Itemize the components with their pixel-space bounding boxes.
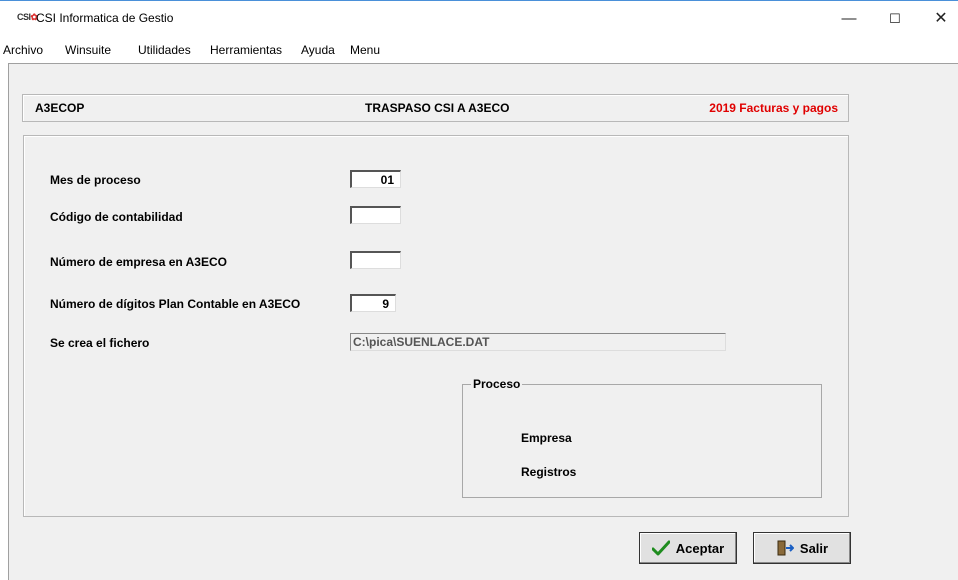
mes-input[interactable]: 01	[350, 170, 401, 188]
menu-herramientas[interactable]: Herramientas	[210, 43, 282, 57]
menu-ayuda[interactable]: Ayuda	[301, 43, 335, 57]
mes-label: Mes de proceso	[50, 173, 141, 187]
fichero-label: Se crea el fichero	[50, 336, 150, 350]
fichero-field: C:\pica\SUENLACE.DAT	[350, 333, 726, 351]
codigo-label: Código de contabilidad	[50, 210, 183, 224]
empresa-label: Número de empresa en A3ECO	[50, 255, 227, 269]
app-logo-icon: CSI✿	[17, 12, 38, 22]
menu-archivo[interactable]: Archivo	[3, 43, 43, 57]
minimize-button[interactable]: —	[826, 4, 872, 34]
window-border	[0, 0, 958, 1]
proceso-empresa-label: Empresa	[521, 431, 572, 445]
close-button[interactable]: ✕	[918, 4, 958, 34]
window-title: CSI Informatica de Gestio	[36, 11, 174, 25]
year-subtitle: 2019 Facturas y pagos	[709, 101, 838, 115]
menu-winsuite[interactable]: Winsuite	[65, 43, 111, 57]
salir-button[interactable]: Salir	[753, 532, 851, 564]
exit-door-icon	[777, 540, 794, 556]
proceso-title: Proceso	[471, 377, 523, 391]
page-title: TRASPASO CSI A A3ECO	[365, 101, 510, 115]
checkmark-icon	[651, 540, 670, 556]
maximize-button[interactable]: ☐	[872, 4, 918, 34]
codigo-input[interactable]	[350, 206, 401, 224]
digitos-input[interactable]: 9	[350, 294, 396, 312]
menu-bar: Archivo Winsuite Utilidades Herramientas…	[0, 40, 958, 60]
title-bar: CSI✿ CSI Informatica de Gestio — ☐ ✕	[0, 0, 958, 36]
aceptar-label: Aceptar	[675, 540, 725, 556]
digitos-label: Número de dígitos Plan Contable en A3ECO	[50, 297, 301, 311]
salir-label: Salir	[799, 540, 829, 556]
empresa-input[interactable]	[350, 251, 401, 269]
aceptar-button[interactable]: Aceptar	[639, 532, 737, 564]
program-code: A3ECOP	[35, 101, 85, 115]
header-panel: A3ECOP TRASPASO CSI A A3ECO 2019 Factura…	[22, 94, 849, 122]
menu-utilidades[interactable]: Utilidades	[138, 43, 191, 57]
proceso-group: Proceso	[462, 377, 822, 498]
menu-menu[interactable]: Menu	[350, 43, 380, 57]
proceso-registros-label: Registros	[521, 465, 577, 479]
